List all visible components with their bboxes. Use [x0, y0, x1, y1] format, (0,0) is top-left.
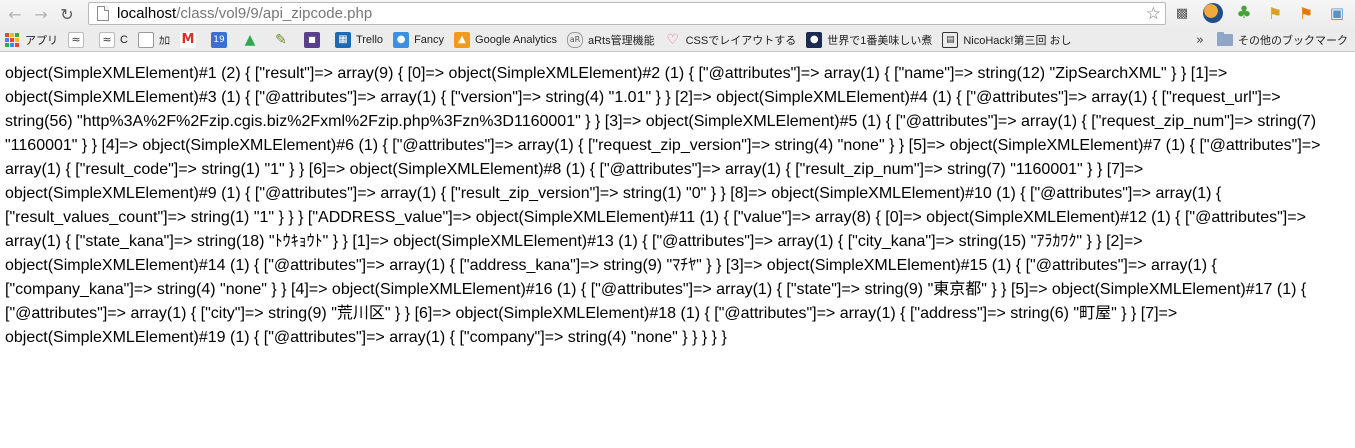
back-arrow-icon[interactable]: ← [4, 3, 26, 25]
page-icon [97, 6, 109, 21]
extension-clover-icon[interactable]: ♣ [1234, 3, 1254, 23]
wave-icon: ≈ [99, 31, 115, 48]
fancy-icon: ● [393, 31, 410, 48]
url-text[interactable]: localhost/class/vol9/9/api_zipcode.php [117, 5, 372, 22]
bookmark-fancy[interactable]: ● Fancy [388, 28, 449, 52]
nicohack-icon: ▤ [942, 31, 959, 48]
bookmark-arts[interactable]: aR aRts管理機能 [562, 28, 660, 52]
bookmark-label: CSSでレイアウトする [685, 34, 797, 47]
bookmark-wave-2[interactable]: ≈ C [94, 28, 133, 52]
pixel-icon: ■ [303, 31, 320, 48]
bookmark-apps[interactable]: アプリ [0, 28, 63, 52]
extension-puzzle-icon[interactable]: ▩ [1172, 3, 1192, 23]
bookmark-label: C [120, 33, 128, 46]
bookmark-google-analytics[interactable]: ▲ Google Analytics [449, 28, 562, 52]
bookmark-pixel[interactable]: ■ [299, 28, 330, 52]
analytics-icon: ▲ [454, 31, 471, 48]
bookmark-nicohack[interactable]: ▤ NicoHack!第三回 おし [937, 28, 1076, 52]
bookmark-pencil[interactable]: ✎ [268, 28, 299, 52]
bookmark-sekai[interactable]: ● 世界で1番美味しい煮 [801, 28, 937, 52]
bookmark-wave-1[interactable]: ≈ [63, 28, 94, 52]
heart-icon: ♡ [666, 31, 679, 48]
calendar-icon: 19 [210, 31, 227, 48]
reload-icon[interactable]: ↻ [56, 3, 78, 25]
bookmark-page[interactable]: ｶﾛ [133, 28, 175, 52]
page-icon [137, 31, 154, 48]
pencil-icon: ✎ [275, 31, 287, 48]
bookmark-gmail[interactable]: M [175, 28, 206, 52]
var-dump-output: object(SimpleXMLElement)#1 (2) { ["resul… [5, 65, 1321, 346]
extension-flag-icon[interactable]: ⚑ [1265, 3, 1285, 23]
wave-icon: ≈ [68, 31, 84, 48]
bookmark-trello[interactable]: ▦ Trello [330, 28, 388, 52]
bookmark-star-icon[interactable]: ☆ [1146, 4, 1161, 24]
bookmark-label: Trello [355, 33, 384, 46]
bookmark-calendar[interactable]: 19 [206, 28, 237, 52]
apps-grid-icon [5, 32, 19, 47]
bookmark-label: アプリ [25, 34, 58, 47]
address-bar[interactable]: localhost/class/vol9/9/api_zipcode.php ☆ [88, 2, 1166, 25]
arts-icon: aR [566, 31, 583, 48]
bookmark-label: Fancy [414, 33, 445, 46]
drive-icon: ▲ [244, 31, 256, 48]
gmail-icon: M [179, 31, 196, 48]
folder-icon [1217, 32, 1233, 46]
forward-arrow-icon[interactable]: → [30, 3, 52, 25]
other-bookmarks-label: その他のブックマーク [1238, 35, 1348, 47]
person-icon: ● [806, 31, 823, 48]
bookmark-css-layout[interactable]: ♡ CSSでレイアウトする [660, 28, 802, 52]
browser-toolbar: ← → ↻ localhost/class/vol9/9/api_zipcode… [0, 0, 1355, 28]
bookmark-label: aRts管理機能 [587, 34, 655, 47]
bookmark-label: 世界で1番美味しい煮 [827, 34, 933, 47]
url-host: localhost [117, 5, 177, 22]
bookmark-label: NicoHack!第三回 おし [963, 34, 1072, 47]
extension-icons: ▩ ♣ ⚑ ⚑ ▣ ≡ [1172, 3, 1355, 23]
bookmark-label: ｶﾛ [158, 34, 170, 47]
url-path: /class/vol9/9/api_zipcode.php [176, 5, 373, 22]
bookmark-drive[interactable]: ▲ [237, 28, 268, 52]
bookmark-label: Google Analytics [475, 33, 557, 46]
trello-icon: ▦ [334, 31, 351, 48]
extension-camera-icon[interactable]: ▣ [1327, 3, 1347, 23]
extension-globe-icon[interactable] [1203, 3, 1223, 23]
other-bookmarks-folder[interactable]: その他のブックマーク [1217, 28, 1348, 52]
bookmarks-bar: アプリ ≈ ≈ C ｶﾛ M 19 ▲ ✎ ■ ▦ Trello ● Fancy… [0, 28, 1355, 52]
extension-tag-icon[interactable]: ⚑ [1296, 3, 1316, 23]
more-bookmarks-button[interactable]: » [1196, 28, 1204, 52]
